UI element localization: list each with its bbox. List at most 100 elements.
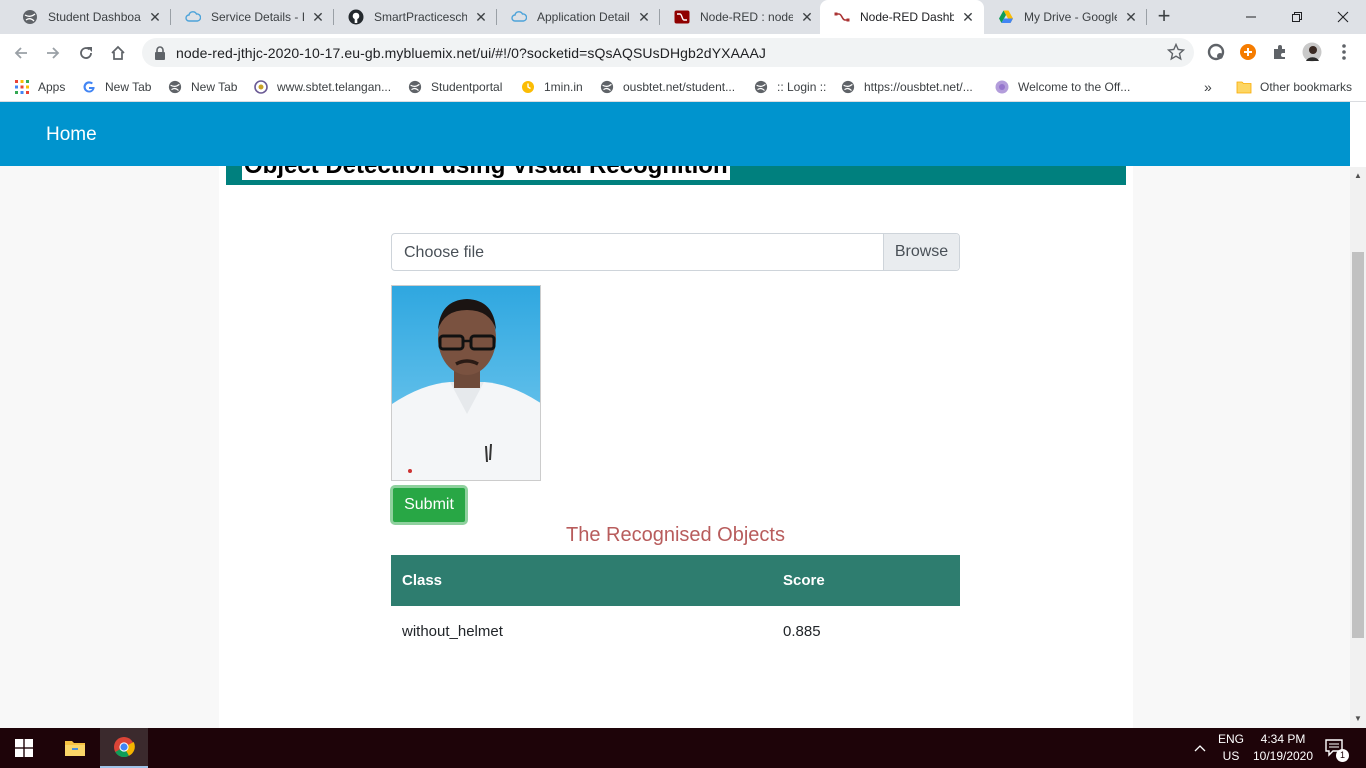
close-icon [1337, 11, 1349, 23]
google-icon [81, 79, 97, 95]
bookmark-studentportal[interactable]: Studentportal [407, 77, 502, 97]
tab-smartpracticeschool[interactable]: SmartPracticeschool ✕ [334, 0, 497, 34]
bookmark-apps[interactable]: Apps [14, 77, 65, 97]
forward-arrow-icon [47, 47, 60, 59]
close-icon[interactable]: ✕ [473, 9, 489, 25]
globe-icon [840, 79, 856, 95]
tab-node-red-editor[interactable]: Node-RED : node- ✕ [660, 0, 823, 34]
windows-taskbar: ENG US 4:34 PM 10/19/2020 1 [0, 728, 1366, 768]
windows-logo-icon [15, 739, 33, 757]
close-icon[interactable]: ✕ [1123, 9, 1139, 25]
overflow-chevron-icon: » [1204, 79, 1212, 95]
tab-application-details[interactable]: Application Details ✕ [497, 0, 660, 34]
extension-button[interactable] [1238, 42, 1258, 62]
chrome-taskbar-button[interactable] [100, 728, 148, 768]
close-icon[interactable]: ✕ [960, 9, 976, 25]
node-red-icon [834, 9, 850, 25]
bookmarks-overflow-button[interactable]: » [1204, 77, 1212, 97]
bookmark-label: New Tab [105, 80, 152, 94]
kebab-menu-icon [1342, 44, 1346, 60]
google-drive-icon [998, 9, 1014, 25]
tab-title: Node-RED Dashboard [860, 10, 954, 24]
bookmark-label: 1min.in [544, 80, 583, 94]
vertical-scrollbar[interactable]: ▲ ▼ [1350, 167, 1366, 728]
results-table: Class Score without_helmet 0.885 [391, 555, 960, 656]
bookmark-ousbtet-https[interactable]: https://ousbtet.net/... [840, 77, 973, 97]
close-icon[interactable]: ✕ [310, 9, 326, 25]
notification-badge: 1 [1336, 749, 1349, 762]
bookmark-star-button[interactable] [1166, 42, 1186, 62]
language-code: ENG [1217, 732, 1244, 746]
bookmark-new-tab[interactable]: New Tab [81, 77, 151, 97]
home-button[interactable] [105, 40, 131, 66]
bookmark-label: ousbtet.net/student... [623, 80, 736, 94]
clock-time: 4:34 PM [1260, 732, 1306, 746]
start-button[interactable] [0, 728, 48, 768]
taskbar-clock[interactable]: 4:34 PM 10/19/2020 [1248, 731, 1318, 765]
restore-button[interactable] [1274, 0, 1320, 34]
region-code: US [1222, 749, 1240, 763]
reload-icon [80, 47, 92, 59]
close-icon[interactable]: ✕ [636, 9, 652, 25]
bookmark-new-tab[interactable]: New Tab [167, 77, 237, 97]
bookmark-login[interactable]: :: Login :: [753, 77, 826, 97]
action-center-button[interactable]: 1 [1320, 728, 1350, 768]
chrome-menu-button[interactable] [1334, 42, 1354, 62]
tab-service-details[interactable]: Service Details - IBM ✕ [171, 0, 334, 34]
cloud-icon [511, 9, 527, 25]
extension-circle-icon [1207, 43, 1225, 61]
back-button[interactable] [8, 40, 34, 66]
bookmark-welcome[interactable]: Welcome to the Off... [994, 77, 1130, 97]
group-header-title: Object Detection using Visual Recognitio… [242, 166, 730, 180]
lock-icon[interactable] [154, 45, 166, 60]
browse-button[interactable]: Browse [883, 234, 959, 270]
close-icon[interactable]: ✕ [799, 9, 815, 25]
tab-student-dashboard[interactable]: Student Dashboard ✕ [8, 0, 171, 34]
file-explorer-button[interactable] [52, 728, 98, 768]
scrollbar-thumb[interactable] [1352, 252, 1364, 638]
bookmark-label: :: Login :: [777, 80, 827, 94]
clock-date: 10/19/2020 [1252, 749, 1314, 763]
submit-button[interactable]: Submit [390, 485, 468, 525]
page-viewport: Home Object Detection using Visual Recog… [0, 102, 1350, 728]
extensions-menu-button[interactable] [1270, 42, 1290, 62]
scroll-up-arrow-icon[interactable]: ▲ [1350, 169, 1366, 183]
extension-button[interactable] [1206, 42, 1226, 62]
column-header-class: Class [402, 572, 443, 589]
bookmark-ousbtet-student[interactable]: ousbtet.net/student... [599, 77, 735, 97]
home-icon [111, 45, 125, 60]
forward-button[interactable] [40, 40, 66, 66]
bookmark-label: New Tab [191, 80, 238, 94]
browser-toolbar: node-red-jthjc-2020-10-17.eu-gb.mybluemi… [0, 34, 1366, 71]
tab-my-drive[interactable]: My Drive - Google Drive ✕ [984, 0, 1147, 34]
table-row: without_helmet 0.885 [391, 606, 960, 656]
tab-node-red-dashboard[interactable]: Node-RED Dashboard ✕ [820, 0, 984, 34]
tab-title: Service Details - IBM [211, 10, 304, 24]
minimize-icon [1246, 16, 1256, 18]
show-hidden-icons-button[interactable] [1188, 728, 1212, 768]
globe-icon [599, 79, 615, 95]
scroll-down-arrow-icon[interactable]: ▼ [1350, 712, 1366, 726]
tab-title: Student Dashboard [48, 10, 141, 24]
tab-title: Node-RED : node- [700, 10, 793, 24]
minimize-button[interactable] [1228, 0, 1274, 34]
bookmark-sbtet[interactable]: www.sbtet.telangan... [253, 77, 391, 97]
profile-button[interactable] [1302, 42, 1322, 62]
bookmark-1min[interactable]: 1min.in [520, 77, 583, 97]
avatar-icon [1302, 42, 1322, 62]
purple-circle-icon [994, 79, 1010, 95]
bookmark-label: Studentportal [431, 80, 503, 94]
chevron-up-icon [1194, 745, 1206, 752]
bookmark-label: www.sbtet.telangan... [277, 80, 392, 94]
dashboard-toolbar: Home [0, 102, 1350, 166]
file-input[interactable]: Choose file Browse [391, 233, 960, 271]
close-window-button[interactable] [1320, 0, 1366, 34]
globe-icon [753, 79, 769, 95]
other-bookmarks[interactable]: Other bookmarks [1236, 77, 1352, 97]
address-bar[interactable]: node-red-jthjc-2020-10-17.eu-gb.mybluemi… [142, 38, 1194, 67]
reload-button[interactable] [73, 40, 99, 66]
language-indicator[interactable]: ENG US [1216, 731, 1246, 765]
chrome-icon [114, 737, 135, 758]
new-tab-button[interactable]: + [1152, 5, 1176, 29]
close-icon[interactable]: ✕ [147, 9, 163, 25]
